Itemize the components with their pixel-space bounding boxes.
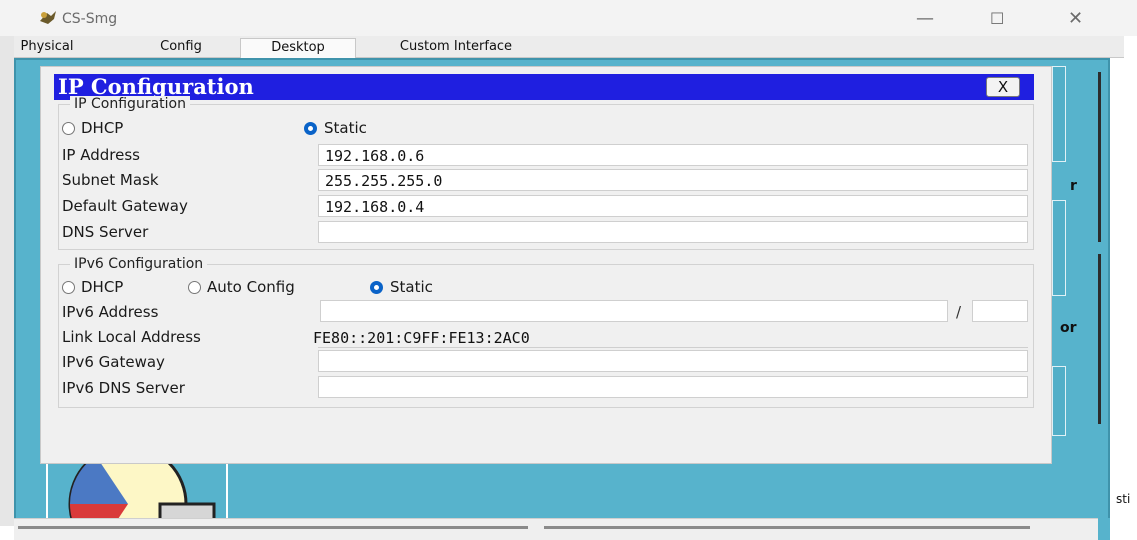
pie-chart-icon[interactable] (56, 462, 226, 522)
window-title: CS-Smg (62, 11, 118, 27)
minimize-button[interactable]: — (916, 8, 934, 29)
ipv4-dhcp-label[interactable]: DHCP (81, 119, 123, 137)
left-window-edge (0, 36, 14, 526)
tile-border (226, 456, 228, 518)
tab-config[interactable]: Config (146, 38, 216, 59)
ipv6-dns-server-field[interactable] (318, 376, 1028, 398)
ipv6-dns-server-label: IPv6 DNS Server (62, 379, 185, 397)
ipv6-legend: IPv6 Configuration (70, 256, 208, 272)
default-gateway-label: Default Gateway (62, 197, 188, 215)
horizontal-scrollbar[interactable] (544, 526, 1030, 529)
device-tab-bar: Physical Config Desktop Custom Interface (14, 36, 1124, 60)
packet-tracer-pc-icon (40, 11, 56, 24)
tile-border (46, 456, 48, 518)
background-label: sti (1116, 492, 1131, 506)
subnet-mask-label: Subnet Mask (62, 171, 159, 189)
ipv6-auto-config-label[interactable]: Auto Config (207, 278, 295, 296)
tab-physical[interactable]: Physical (6, 38, 88, 59)
ipv6-gateway-field[interactable] (318, 350, 1028, 372)
ipv6-dhcp-label[interactable]: DHCP (81, 278, 123, 296)
ipv6-prefix-length-field[interactable] (972, 300, 1028, 322)
window-titlebar[interactable] (0, 0, 1137, 36)
prefix-separator: / (956, 303, 962, 321)
dns-server-field[interactable] (318, 221, 1028, 243)
ipv6-address-label: IPv6 Address (62, 303, 159, 321)
background-label: or (1060, 320, 1077, 336)
ipv4-static-label[interactable]: Static (324, 119, 367, 137)
maximize-button[interactable]: ☐ (990, 9, 1004, 28)
ipv6-static-radio[interactable] (370, 281, 383, 294)
background-label: r (1070, 178, 1077, 194)
link-local-address-label: Link Local Address (62, 328, 201, 346)
ipv4-static-radio[interactable] (304, 122, 317, 135)
ipv6-static-label[interactable]: Static (390, 278, 433, 296)
vertical-scrollbar[interactable] (1098, 72, 1101, 242)
ip-address-label: IP Address (62, 146, 140, 164)
ipv6-auto-config-radio[interactable] (188, 281, 201, 294)
close-window-button[interactable]: ✕ (1068, 8, 1083, 29)
bottom-scroll-area (14, 518, 1110, 540)
app-tile[interactable] (1052, 200, 1066, 296)
ipv4-legend: IP Configuration (70, 96, 190, 112)
subnet-mask-field[interactable]: 255.255.255.0 (318, 169, 1028, 191)
ip-address-field[interactable]: 192.168.0.6 (318, 144, 1028, 166)
app-tile[interactable] (1052, 66, 1066, 162)
default-gateway-field[interactable]: 192.168.0.4 (318, 195, 1028, 217)
ipv6-gateway-label: IPv6 Gateway (62, 353, 165, 371)
scroll-corner (1098, 518, 1110, 540)
ipv6-address-field[interactable] (320, 300, 948, 322)
ipv6-dhcp-radio[interactable] (62, 281, 75, 294)
tab-desktop[interactable]: Desktop (240, 38, 356, 60)
dns-server-label: DNS Server (62, 223, 149, 241)
link-local-address-value: FE80::201:C9FF:FE13:2AC0 (313, 329, 530, 347)
horizontal-scrollbar[interactable] (18, 526, 528, 529)
dialog-close-button[interactable]: X (986, 77, 1020, 97)
app-tile[interactable] (1052, 366, 1066, 436)
vertical-scrollbar[interactable] (1098, 254, 1101, 424)
tab-custom-interface[interactable]: Custom Interface (368, 38, 544, 59)
ipv4-dhcp-radio[interactable] (62, 122, 75, 135)
field-underline (318, 347, 1028, 348)
